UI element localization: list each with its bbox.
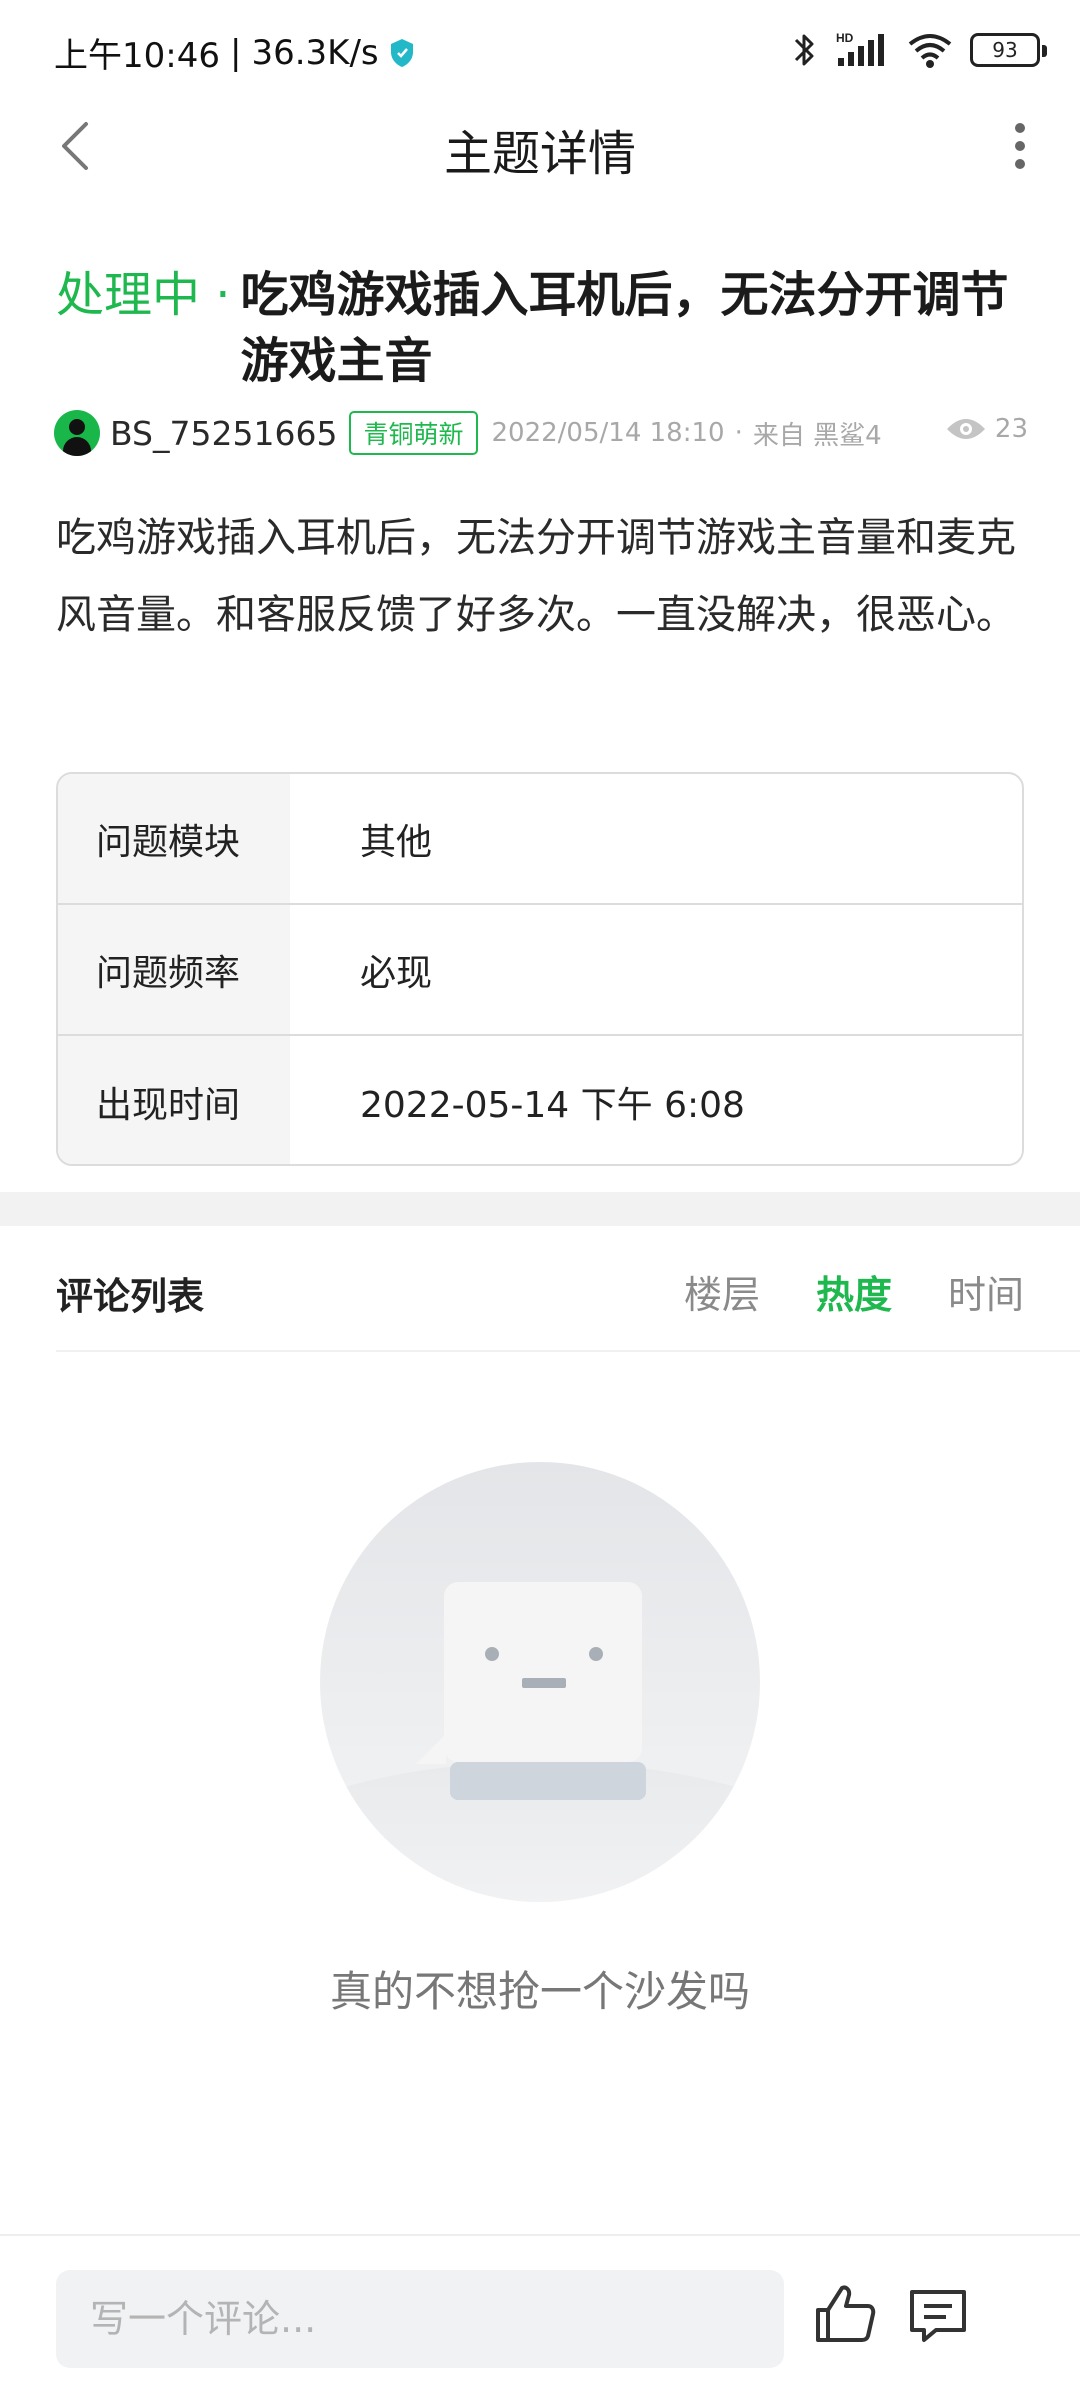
more-vertical-icon[interactable] xyxy=(1010,118,1030,174)
post-meta: BS_75251665 青铜萌新 2022/05/14 18:10 · 来自 黑… xyxy=(54,408,1034,458)
post-body: 吃鸡游戏插入耳机后，无法分开调节游戏主音量和麦克风音量。和客服反馈了好多次。一直… xyxy=(56,515,1016,638)
issue-info-table: 问题模块 其他 问题频率 必现 出现时间 2022-05-14 下午 6:08 xyxy=(56,772,1024,1166)
comment-sort-tabs: 楼层 热度 时间 xyxy=(684,1264,1024,1319)
status-tag: 处理中 · xyxy=(56,267,231,323)
view-count-value: 23 xyxy=(994,414,1028,444)
post-time: 2022/05/14 18:10 xyxy=(491,418,725,448)
comment-input[interactable] xyxy=(56,2270,784,2368)
tab-popularity[interactable]: 热度 xyxy=(816,1264,892,1319)
empty-state-text: 真的不想抢一个沙发吗 xyxy=(329,1967,750,2016)
tab-floor[interactable]: 楼层 xyxy=(684,1264,760,1319)
info-row-module: 问题模块 其他 xyxy=(58,774,1022,905)
info-row-frequency: 问题频率 必现 xyxy=(58,905,1022,1036)
info-key: 问题模块 xyxy=(58,774,290,903)
user-level-badge: 青铜萌新 xyxy=(349,411,478,455)
info-value: 2022-05-14 下午 6:08 xyxy=(360,1084,745,1126)
meta-separator: · xyxy=(734,418,743,448)
status-time: 上午10:46 xyxy=(54,36,220,76)
bottom-bar xyxy=(0,2234,1080,2400)
eye-icon xyxy=(946,419,985,439)
info-key: 问题频率 xyxy=(58,905,290,1034)
wifi-icon xyxy=(908,34,952,68)
status-right: HD 93 xyxy=(790,30,1047,70)
comments-title: 评论列表 xyxy=(56,1275,204,1318)
comment-icon[interactable] xyxy=(906,2286,970,2346)
hd-label: HD xyxy=(836,31,854,45)
divider xyxy=(56,1350,1080,1352)
status-net-speed: 36.3K/s xyxy=(251,32,379,73)
avatar[interactable] xyxy=(54,410,100,456)
author-name[interactable]: BS_75251665 xyxy=(110,414,337,453)
empty-comments-illustration xyxy=(320,1462,760,1902)
post-title: 处理中 · 吃鸡游戏插入耳机后，无法分开调节游戏主音 xyxy=(56,262,1036,394)
status-separator: | xyxy=(229,32,242,73)
signal-icon: HD xyxy=(836,31,884,66)
info-key: 出现时间 xyxy=(58,1036,290,1164)
info-row-time: 出现时间 2022-05-14 下午 6:08 xyxy=(58,1036,1022,1164)
thumbs-up-icon[interactable] xyxy=(814,2282,878,2346)
post-title-text: 吃鸡游戏插入耳机后，无法分开调节游戏主音 xyxy=(240,267,1009,389)
battery-level: 93 xyxy=(992,38,1018,62)
info-value: 必现 xyxy=(360,952,433,994)
tab-time[interactable]: 时间 xyxy=(948,1264,1024,1319)
battery-icon: 93 xyxy=(970,33,1047,67)
section-divider xyxy=(0,1192,1080,1226)
shield-icon xyxy=(390,38,413,67)
comments-header: 评论列表 楼层 热度 时间 xyxy=(56,1260,1024,1320)
status-left: 上午10:46 | 36.3K/s xyxy=(54,28,415,77)
status-bar: 上午10:46 | 36.3K/s HD 93 xyxy=(0,0,1080,100)
view-count: 23 xyxy=(945,414,1028,444)
info-value: 其他 xyxy=(360,821,433,863)
nav-bar: 主题详情 xyxy=(0,100,1080,190)
post-source: 来自 黑鲨4 xyxy=(752,420,882,451)
page-title: 主题详情 xyxy=(443,126,636,182)
bluetooth-icon xyxy=(794,34,814,66)
